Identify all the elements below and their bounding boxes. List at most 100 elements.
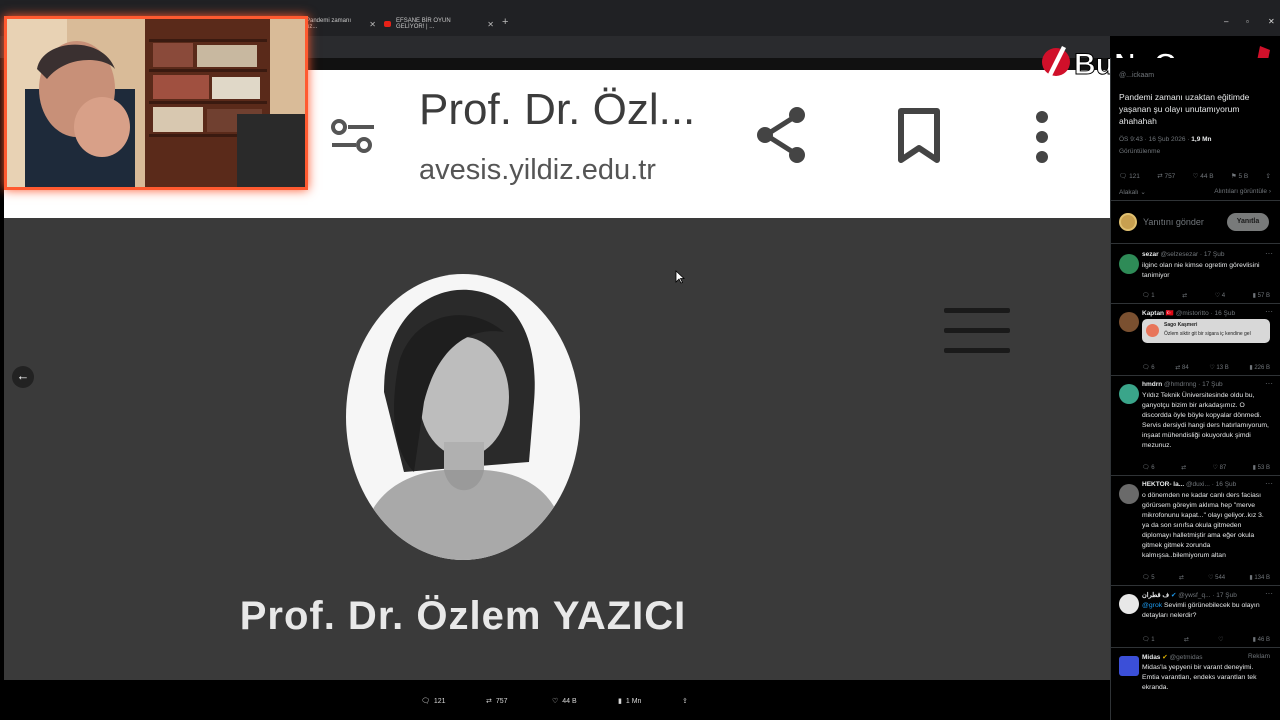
reply-header: sezar @selzesezar · 17 Şub	[1142, 251, 1225, 258]
more-icon[interactable]: ···	[1265, 307, 1273, 316]
page-domain: avesis.yildiz.edu.tr	[419, 154, 656, 186]
views-count[interactable]: ▮ 53 B	[1253, 464, 1270, 471]
reply-text: @grok Sevimli görünebilecek bu olayın de…	[1142, 602, 1260, 619]
views-count[interactable]: ▮ 134 B	[1249, 574, 1270, 581]
views-count[interactable]: ▮ 57 B	[1253, 292, 1270, 299]
tweet-author-handle[interactable]: @...ickaam	[1119, 72, 1154, 79]
like-count[interactable]: ♡ 44 B	[1193, 172, 1214, 180]
reply-count[interactable]: 🗨 6	[1142, 464, 1155, 471]
like-count[interactable]: ♡ 13 B	[1209, 364, 1228, 371]
reply-item[interactable]: ف قطران ✔ @ywsf_q... · 17 Şub ··· @grok …	[1111, 586, 1280, 648]
reply-item[interactable]: hmdrn @hmdrnng · 17 Şub ··· Yıldız Tekni…	[1111, 376, 1280, 476]
repost-count[interactable]: ⇄ 757	[1157, 172, 1175, 180]
reply-header: Kaptan 🇹🇷 @mistoritto · 16 Şub	[1142, 310, 1236, 317]
views-count[interactable]: ▮ 46 B	[1253, 636, 1270, 643]
reply-stats: 🗨 6 ⇄ 84 ♡ 13 B ▮ 226 B	[1142, 364, 1270, 371]
like-action[interactable]: ♡ 44 B	[552, 697, 577, 706]
promoted-text: Midas'la yepyeni bir varant deneyimi. Em…	[1142, 664, 1257, 691]
bookmark-count[interactable]: ⚑ 5 B	[1231, 172, 1248, 180]
repost-action[interactable]: ⇄ 757	[486, 697, 508, 706]
sort-relevant-dropdown[interactable]: Alakalı ⌄	[1119, 188, 1146, 196]
reply-input[interactable]: Yanıtını gönder	[1143, 217, 1204, 227]
browser-tab-youtube[interactable]: EFSANE BİR OYUN GELİYOR! | ... ✕	[384, 15, 494, 33]
reply-count[interactable]: 🗨 1	[1142, 292, 1155, 299]
heart-icon: ♡	[552, 698, 559, 705]
tweet-panel: @...ickaam Pandemi zamanı uzaktan eğitim…	[1110, 58, 1280, 720]
like-icon[interactable]: ♡	[1218, 636, 1223, 643]
tweet-text: Pandemi zamanı uzaktan eğitimde yaşanan …	[1119, 92, 1250, 126]
share-icon	[757, 107, 805, 163]
minimize-button[interactable]: –	[1224, 17, 1228, 26]
profile-avatar	[346, 274, 580, 560]
reply-text: o dönemden ne kadar canlı ders faciası g…	[1142, 492, 1264, 559]
reply-item[interactable]: HEKTOR- la... @duxi... · 16 Şub ··· o dö…	[1111, 476, 1280, 586]
tab-label: Pandemi zamanı uz...	[306, 18, 352, 30]
reply-icon: 🗨	[421, 698, 430, 705]
view-quotes-link[interactable]: Alıntıları görüntüle ›	[1214, 188, 1271, 196]
like-count[interactable]: ♡ 544	[1208, 574, 1225, 581]
close-window-button[interactable]: ✕	[1268, 17, 1275, 26]
more-icon[interactable]: ···	[1265, 379, 1273, 388]
user-avatar	[1119, 213, 1137, 231]
repost-count[interactable]: ⇄ 84	[1175, 364, 1188, 371]
tweet-stats: 🗨 121 ⇄ 757 ♡ 44 B ⚑ 5 B ⇪	[1119, 172, 1271, 180]
share-icon[interactable]: ⇪	[1266, 172, 1271, 180]
avatar[interactable]	[1119, 312, 1139, 332]
reply-composer: Yanıtını gönder Yanıtla	[1111, 200, 1280, 244]
views-count[interactable]: ▮ 226 B	[1249, 364, 1270, 371]
tab-label: EFSANE BİR OYUN GELİYOR! | ...	[396, 18, 451, 30]
youtube-icon	[384, 21, 392, 27]
profile-name: Prof. Dr. Özlem YAZICI	[239, 594, 687, 638]
repost-icon[interactable]: ⇄	[1184, 636, 1189, 643]
close-tab-icon[interactable]: ✕	[369, 20, 376, 29]
avatar[interactable]	[1119, 384, 1139, 404]
previous-image-button[interactable]: ←	[12, 366, 34, 388]
browser-tab-tweet[interactable]: Pandemi zamanı uz... ✕	[306, 15, 376, 33]
reply-stats: 🗨 6 ⇄ ♡ 87 ▮ 53 B	[1142, 464, 1270, 471]
reply-item[interactable]: Kaptan 🇹🇷 @mistoritto · 16 Şub ··· Sago …	[1111, 304, 1280, 376]
new-tab-button[interactable]: +	[502, 16, 508, 28]
repost-icon[interactable]: ⇄	[1179, 574, 1184, 581]
reply-stats: 🗨 1 ⇄ ♡ ▮ 46 B	[1142, 636, 1270, 643]
mention-link[interactable]: @grok	[1142, 602, 1162, 609]
views-action[interactable]: ▮ 1 Mn	[618, 697, 641, 706]
streamer-video-image	[7, 19, 305, 187]
bookmark-icon	[898, 108, 940, 163]
more-icon[interactable]: ···	[1265, 589, 1273, 598]
avatar[interactable]	[1119, 594, 1139, 614]
mouse-cursor-icon	[675, 270, 685, 284]
reply-header: ف قطران ✔ @ywsf_q... · 17 Şub	[1142, 592, 1237, 599]
midas-logo-icon[interactable]	[1119, 656, 1139, 676]
avatar[interactable]	[1119, 254, 1139, 274]
like-count[interactable]: ♡ 4	[1215, 292, 1225, 299]
reply-text: ilginc olan nie kimse ogretim görevlisin…	[1142, 262, 1260, 279]
reply-sort-row: Alakalı ⌄ Alıntıları görüntüle ›	[1119, 188, 1271, 196]
more-icon[interactable]: ···	[1265, 479, 1273, 488]
repost-icon[interactable]: ⇄	[1181, 464, 1186, 471]
reply-stats: 🗨 1 ⇄ ♡ 4 ▮ 57 B	[1142, 292, 1270, 299]
avatar[interactable]	[1119, 484, 1139, 504]
bar-chart-icon: ▮	[618, 698, 622, 705]
reply-count[interactable]: 🗨 5	[1142, 574, 1155, 581]
verified-icon: ✔	[1162, 654, 1168, 661]
reply-count[interactable]: 🗨 1	[1142, 636, 1155, 643]
like-count[interactable]: ♡ 87	[1213, 464, 1227, 471]
repost-icon[interactable]: ⇄	[1182, 292, 1187, 299]
page-title: Prof. Dr. Özl...	[419, 85, 696, 134]
media-action-bar: 🗨 121 ⇄ 757 ♡ 44 B ▮ 1 Mn ⇪	[0, 680, 1110, 720]
quoted-image[interactable]: Sago Kaşmeri Özlem siktir git bir sigara…	[1142, 319, 1270, 343]
share-action[interactable]: ⇪	[682, 697, 688, 705]
more-icon[interactable]: ···	[1265, 249, 1273, 258]
reply-item[interactable]: sezar @selzesezar · 17 Şub ··· ilginc ol…	[1111, 246, 1280, 304]
maximize-button[interactable]: ▫	[1246, 17, 1249, 26]
reply-count[interactable]: 🗨 121	[1119, 172, 1140, 180]
promoted-item[interactable]: Midas ✔ @getmidas Reklam Midas'la yepyen…	[1111, 648, 1280, 720]
close-tab-icon[interactable]: ✕	[487, 20, 494, 29]
reply-button[interactable]: Yanıtla	[1227, 213, 1269, 231]
hamburger-menu-icon	[944, 308, 1010, 353]
reply-count[interactable]: 🗨 6	[1142, 364, 1155, 371]
verified-icon: ✔	[1170, 592, 1177, 599]
quote-text: Özlem siktir git bir sigara iç kendine g…	[1164, 331, 1251, 337]
reply-action[interactable]: 🗨 121	[421, 697, 446, 706]
repost-icon: ⇄	[486, 698, 492, 705]
